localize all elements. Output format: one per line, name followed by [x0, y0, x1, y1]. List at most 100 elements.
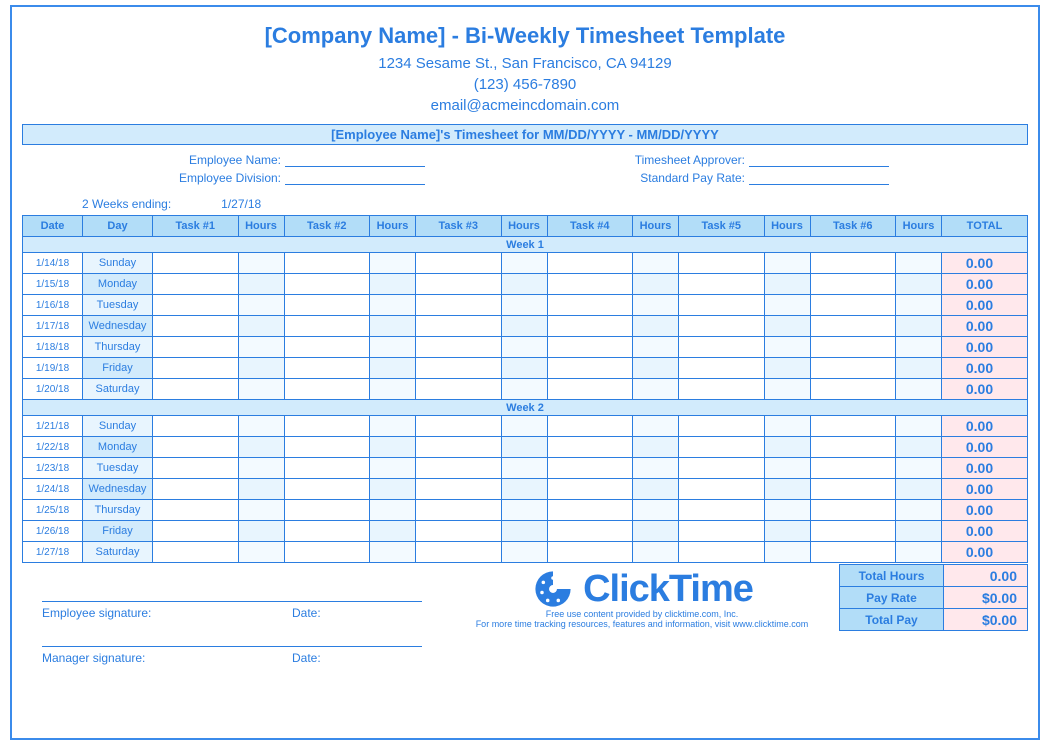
hours-cell[interactable] — [896, 337, 942, 358]
hours-cell[interactable] — [896, 521, 942, 542]
task-cell[interactable] — [679, 253, 765, 274]
task-cell[interactable] — [810, 458, 896, 479]
task-cell[interactable] — [547, 295, 633, 316]
hours-cell[interactable] — [238, 416, 284, 437]
task-cell[interactable] — [679, 458, 765, 479]
hours-cell[interactable] — [370, 542, 416, 563]
hours-cell[interactable] — [501, 479, 547, 500]
task-cell[interactable] — [416, 295, 502, 316]
task-cell[interactable] — [547, 479, 633, 500]
hours-cell[interactable] — [238, 542, 284, 563]
task-cell[interactable] — [547, 274, 633, 295]
task-cell[interactable] — [547, 542, 633, 563]
task-cell[interactable] — [547, 437, 633, 458]
task-cell[interactable] — [416, 316, 502, 337]
hours-cell[interactable] — [501, 521, 547, 542]
hours-cell[interactable] — [501, 458, 547, 479]
task-cell[interactable] — [416, 500, 502, 521]
task-cell[interactable] — [810, 416, 896, 437]
hours-cell[interactable] — [896, 500, 942, 521]
task-cell[interactable] — [810, 379, 896, 400]
hours-cell[interactable] — [764, 521, 810, 542]
task-cell[interactable] — [679, 358, 765, 379]
hours-cell[interactable] — [764, 358, 810, 379]
task-cell[interactable] — [416, 437, 502, 458]
hours-cell[interactable] — [370, 274, 416, 295]
task-cell[interactable] — [547, 416, 633, 437]
task-cell[interactable] — [284, 337, 370, 358]
task-cell[interactable] — [679, 479, 765, 500]
hours-cell[interactable] — [896, 416, 942, 437]
hours-cell[interactable] — [764, 458, 810, 479]
task-cell[interactable] — [284, 316, 370, 337]
hours-cell[interactable] — [238, 437, 284, 458]
task-cell[interactable] — [810, 437, 896, 458]
task-cell[interactable] — [416, 416, 502, 437]
hours-cell[interactable] — [896, 479, 942, 500]
task-cell[interactable] — [153, 274, 239, 295]
task-cell[interactable] — [153, 458, 239, 479]
hours-cell[interactable] — [633, 316, 679, 337]
hours-cell[interactable] — [370, 295, 416, 316]
hours-cell[interactable] — [633, 521, 679, 542]
task-cell[interactable] — [547, 337, 633, 358]
hours-cell[interactable] — [764, 295, 810, 316]
hours-cell[interactable] — [238, 458, 284, 479]
hours-cell[interactable] — [501, 379, 547, 400]
hours-cell[interactable] — [238, 253, 284, 274]
task-cell[interactable] — [810, 479, 896, 500]
manager-signature-line[interactable] — [42, 646, 422, 647]
task-cell[interactable] — [679, 416, 765, 437]
task-cell[interactable] — [679, 295, 765, 316]
hours-cell[interactable] — [370, 316, 416, 337]
hours-cell[interactable] — [633, 542, 679, 563]
hours-cell[interactable] — [370, 337, 416, 358]
task-cell[interactable] — [153, 416, 239, 437]
hours-cell[interactable] — [238, 316, 284, 337]
task-cell[interactable] — [284, 295, 370, 316]
task-cell[interactable] — [416, 458, 502, 479]
hours-cell[interactable] — [501, 500, 547, 521]
hours-cell[interactable] — [764, 274, 810, 295]
hours-cell[interactable] — [501, 316, 547, 337]
task-cell[interactable] — [679, 542, 765, 563]
task-cell[interactable] — [284, 416, 370, 437]
hours-cell[interactable] — [896, 542, 942, 563]
task-cell[interactable] — [416, 542, 502, 563]
hours-cell[interactable] — [370, 358, 416, 379]
hours-cell[interactable] — [633, 458, 679, 479]
task-cell[interactable] — [416, 379, 502, 400]
task-cell[interactable] — [416, 253, 502, 274]
hours-cell[interactable] — [633, 358, 679, 379]
task-cell[interactable] — [284, 542, 370, 563]
task-cell[interactable] — [810, 542, 896, 563]
hours-cell[interactable] — [633, 416, 679, 437]
hours-cell[interactable] — [238, 337, 284, 358]
pay-rate-input[interactable] — [749, 172, 889, 185]
hours-cell[interactable] — [764, 437, 810, 458]
task-cell[interactable] — [810, 253, 896, 274]
hours-cell[interactable] — [370, 521, 416, 542]
hours-cell[interactable] — [896, 316, 942, 337]
task-cell[interactable] — [284, 479, 370, 500]
hours-cell[interactable] — [501, 274, 547, 295]
task-cell[interactable] — [679, 316, 765, 337]
task-cell[interactable] — [547, 379, 633, 400]
hours-cell[interactable] — [370, 253, 416, 274]
hours-cell[interactable] — [370, 479, 416, 500]
hours-cell[interactable] — [896, 253, 942, 274]
task-cell[interactable] — [810, 500, 896, 521]
hours-cell[interactable] — [764, 542, 810, 563]
task-cell[interactable] — [547, 253, 633, 274]
hours-cell[interactable] — [238, 521, 284, 542]
task-cell[interactable] — [547, 316, 633, 337]
task-cell[interactable] — [810, 358, 896, 379]
task-cell[interactable] — [810, 337, 896, 358]
hours-cell[interactable] — [370, 500, 416, 521]
task-cell[interactable] — [679, 379, 765, 400]
task-cell[interactable] — [284, 521, 370, 542]
hours-cell[interactable] — [764, 479, 810, 500]
task-cell[interactable] — [153, 379, 239, 400]
hours-cell[interactable] — [501, 253, 547, 274]
task-cell[interactable] — [153, 337, 239, 358]
